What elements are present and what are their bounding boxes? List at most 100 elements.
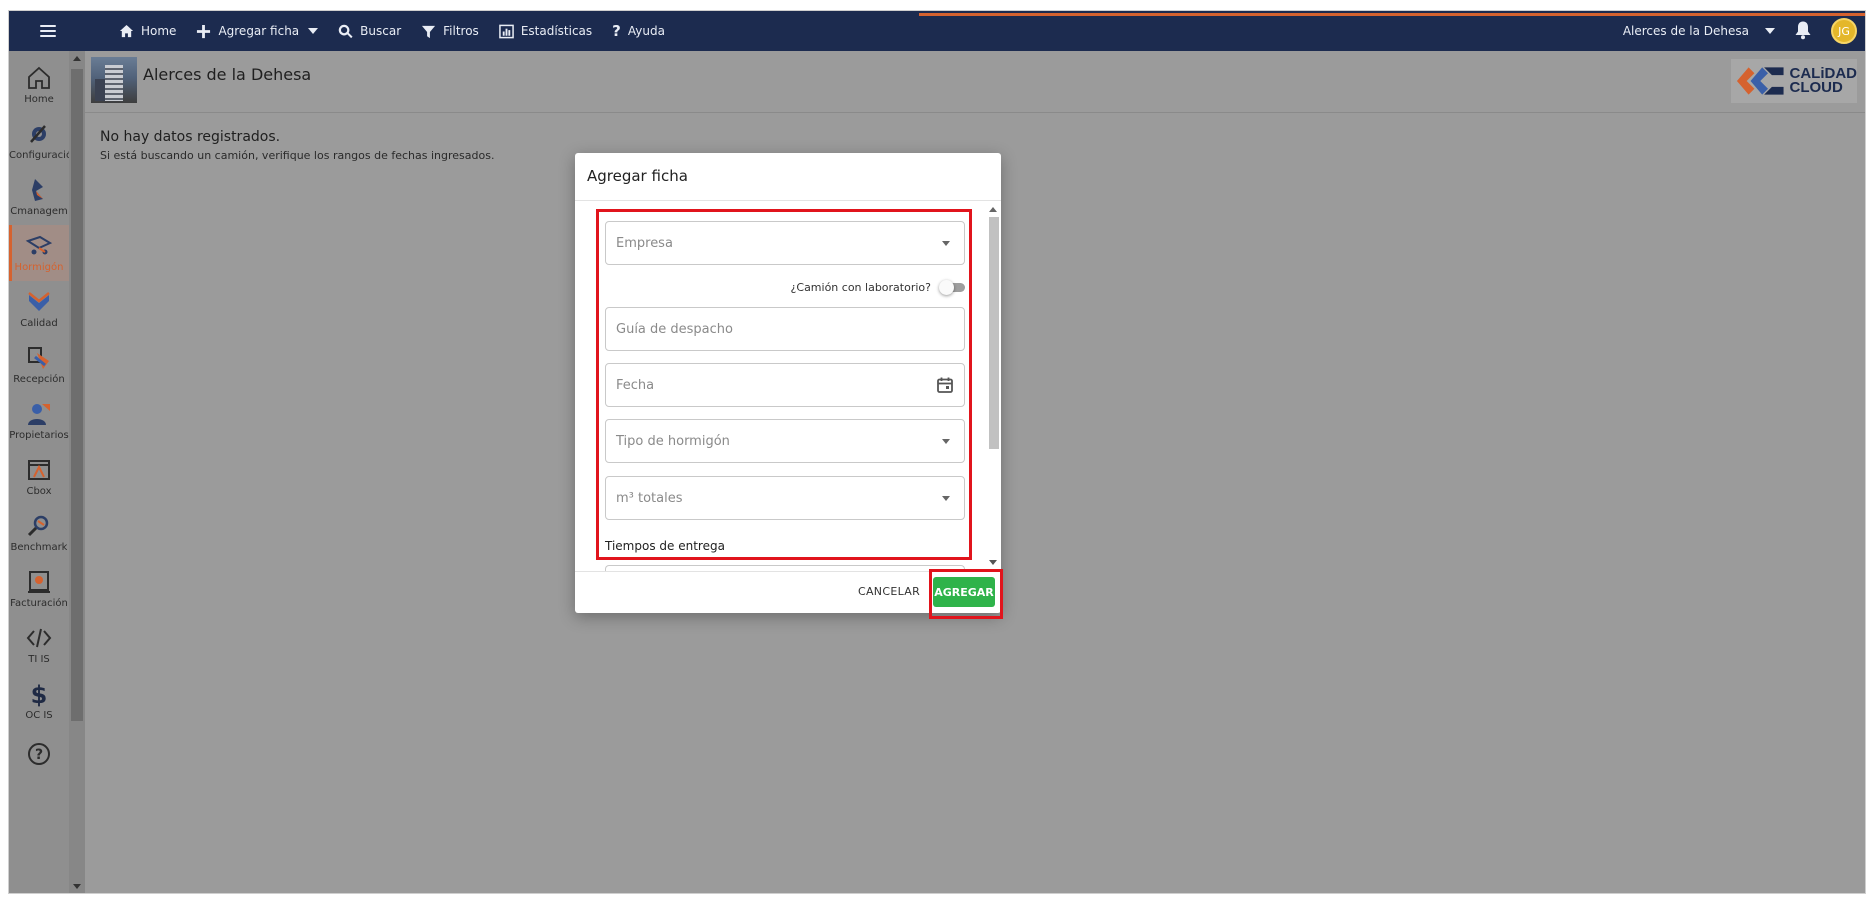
dialog-body: Empresa ¿Camión con laboratorio? Guía de… bbox=[575, 201, 1001, 571]
sidebar-item-calidad[interactable]: Calidad bbox=[9, 281, 69, 337]
calendar-icon[interactable] bbox=[936, 376, 954, 394]
scroll-down-icon[interactable] bbox=[989, 560, 997, 565]
notifications-button[interactable] bbox=[1793, 20, 1813, 43]
user-avatar[interactable]: JG bbox=[1831, 18, 1857, 44]
scroll-up-icon[interactable] bbox=[73, 56, 81, 61]
stats-icon bbox=[499, 24, 514, 38]
project-thumbnail bbox=[91, 57, 137, 103]
home-icon bbox=[119, 24, 134, 37]
lab-toggle-label: ¿Camión con laboratorio? bbox=[790, 280, 931, 294]
dropdown-arrow-icon bbox=[942, 241, 950, 246]
sidebar-item-hormigon[interactable]: Hormigón bbox=[9, 225, 69, 281]
sidebar-item-label: Calidad bbox=[20, 318, 58, 329]
top-nav: Home Agregar ficha Buscar Filtros Estadí… bbox=[109, 11, 675, 51]
sidebar-item-recepcion[interactable]: Recepción bbox=[9, 337, 69, 393]
menu-toggle-button[interactable] bbox=[9, 11, 87, 51]
benchmark-icon bbox=[27, 515, 49, 537]
sidebar-item-oc-is[interactable]: $ OC IS bbox=[9, 673, 69, 729]
project-selector[interactable]: Alerces de la Dehesa bbox=[1623, 24, 1775, 38]
scroll-down-icon[interactable] bbox=[73, 884, 81, 889]
nav-estadisticas[interactable]: Estadísticas bbox=[489, 11, 602, 51]
sidebar-item-cbox[interactable]: Cbox bbox=[9, 449, 69, 505]
tiempos-entrega-label: Tiempos de entrega bbox=[605, 539, 725, 553]
nav-filtros[interactable]: Filtros bbox=[411, 11, 489, 51]
nav-buscar[interactable]: Buscar bbox=[328, 11, 411, 51]
fecha-input[interactable]: Fecha bbox=[605, 363, 965, 407]
tipo-placeholder: Tipo de hormigón bbox=[616, 433, 730, 449]
nav-ayuda-label: Ayuda bbox=[627, 24, 665, 38]
loading-progress-bar bbox=[919, 13, 1865, 16]
avatar-initials: JG bbox=[1838, 24, 1850, 38]
nav-estadisticas-label: Estadísticas bbox=[520, 24, 593, 38]
guia-despacho-input[interactable]: Guía de despacho bbox=[605, 307, 965, 351]
logo-text: CALiDAD CLOUD bbox=[1789, 65, 1858, 96]
sidebar: Home Configuració Cmanagem Hormigón Cali… bbox=[9, 51, 69, 893]
dropdown-arrow-icon bbox=[942, 439, 950, 444]
nav-buscar-label: Buscar bbox=[360, 24, 402, 38]
agregar-ficha-dialog: Agregar ficha Empresa ¿Camión con labora… bbox=[575, 153, 1001, 613]
hamburger-icon bbox=[40, 25, 56, 37]
home-icon bbox=[28, 66, 50, 89]
nav-ayuda[interactable]: ? Ayuda bbox=[602, 11, 675, 51]
scroll-up-icon[interactable] bbox=[989, 207, 997, 212]
svg-text:$: $ bbox=[31, 681, 48, 707]
owners-icon bbox=[28, 404, 50, 425]
sidebar-item-benchmark[interactable]: Benchmark bbox=[9, 505, 69, 561]
sidebar-item-propietarios[interactable]: Propietarios bbox=[9, 393, 69, 449]
chevron-down-icon bbox=[1765, 28, 1775, 34]
m3-placeholder: m³ totales bbox=[616, 490, 683, 506]
sidebar-item-home[interactable]: Home bbox=[9, 57, 69, 113]
sidebar-item-help[interactable]: ? bbox=[9, 727, 69, 783]
sidebar-item-label: Home bbox=[24, 94, 54, 105]
sidebar-scrollbar[interactable] bbox=[69, 51, 85, 893]
dialog-scroll-thumb[interactable] bbox=[989, 217, 999, 449]
fecha-placeholder: Fecha bbox=[616, 377, 655, 393]
concrete-truck-icon bbox=[25, 235, 53, 255]
quality-icon bbox=[28, 292, 50, 311]
bell-icon bbox=[1795, 21, 1811, 39]
reception-icon bbox=[28, 347, 49, 369]
nav-agregar-ficha-label: Agregar ficha bbox=[218, 24, 300, 38]
search-icon bbox=[338, 24, 353, 38]
empty-state-subtitle: Si está buscando un camión, verifique lo… bbox=[100, 149, 495, 162]
tipo-hormigon-select[interactable]: Tipo de hormigón bbox=[605, 419, 965, 463]
nav-filtros-label: Filtros bbox=[443, 24, 479, 38]
empresa-select[interactable]: Empresa bbox=[605, 221, 965, 265]
sidebar-item-ti-is[interactable]: TI IS bbox=[9, 617, 69, 673]
sidebar-item-label: Propietarios bbox=[9, 430, 69, 441]
cancel-button[interactable]: CANCELAR bbox=[858, 585, 920, 598]
sidebar-item-label: TI IS bbox=[28, 654, 50, 665]
logo-mark-icon bbox=[1736, 67, 1784, 95]
nav-agregar-ficha[interactable]: Agregar ficha bbox=[186, 11, 328, 51]
lab-toggle-switch[interactable] bbox=[939, 280, 965, 295]
topbar-right: Alerces de la Dehesa JG bbox=[1623, 11, 1857, 51]
dialog-scrollbar[interactable] bbox=[987, 205, 999, 569]
dollar-icon: $ bbox=[31, 681, 48, 707]
sidebar-item-label: Cmanagem bbox=[10, 206, 68, 217]
empty-state-title: No hay datos registrados. bbox=[100, 129, 281, 145]
m3-totales-select[interactable]: m³ totales bbox=[605, 476, 965, 520]
sidebar-scroll-thumb[interactable] bbox=[71, 69, 83, 721]
sidebar-item-label: Benchmark bbox=[10, 542, 68, 553]
project-header: Alerces de la Dehesa CALiDAD CLOUD bbox=[85, 51, 1865, 113]
agregar-button[interactable]: AGREGAR bbox=[933, 577, 995, 607]
help-circle-icon: ? bbox=[28, 742, 50, 765]
nav-home[interactable]: Home bbox=[109, 11, 186, 51]
cbox-icon bbox=[28, 460, 50, 480]
settings-icon bbox=[30, 125, 46, 143]
sidebar-item-label: Recepción bbox=[13, 374, 65, 385]
dialog-title: Agregar ficha bbox=[587, 167, 688, 185]
nav-home-label: Home bbox=[141, 24, 177, 38]
sidebar-item-facturacion[interactable]: Facturación bbox=[9, 561, 69, 617]
lab-toggle-row: ¿Camión con laboratorio? bbox=[605, 277, 965, 297]
dropdown-arrow-icon bbox=[942, 496, 950, 501]
chevron-down-icon bbox=[308, 28, 319, 34]
sidebar-item-cmanagement[interactable]: Cmanagem bbox=[9, 169, 69, 225]
help-icon: ? bbox=[612, 22, 621, 40]
code-icon bbox=[26, 628, 52, 648]
filter-icon bbox=[422, 25, 436, 38]
svg-text:?: ? bbox=[35, 747, 43, 763]
sidebar-item-configuracion[interactable]: Configuració bbox=[9, 113, 69, 169]
plus-icon bbox=[197, 24, 211, 38]
cmanagement-icon bbox=[32, 179, 43, 201]
